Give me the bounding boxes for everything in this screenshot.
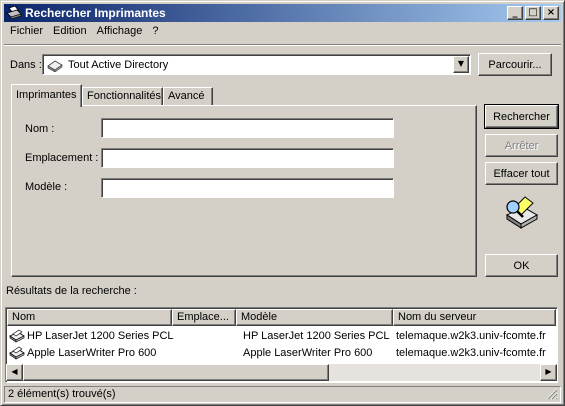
directory-icon — [47, 60, 63, 72]
menu-affichage[interactable]: Affichage — [92, 24, 148, 42]
search-printers-window: Rechercher Imprimantes _ □ × Fichier Edi… — [0, 0, 565, 406]
row-model: Apple LaserWriter Pro 600 — [243, 346, 373, 359]
menu-fichier[interactable]: Fichier — [5, 24, 48, 42]
location-input[interactable] — [101, 148, 394, 168]
column-header-location[interactable]: Emplace... — [172, 309, 236, 326]
close-button[interactable]: × — [543, 6, 559, 20]
results-label: Résultats de la recherche : — [6, 285, 137, 297]
scope-label: Dans : — [10, 59, 42, 71]
row-name-cell: Apple LaserWriter Pro 600 — [8, 346, 237, 360]
menu-edition-label: Edition — [53, 25, 87, 37]
results-header: Nom Emplace... Modèle Nom du serveur — [7, 309, 556, 326]
printer-icon — [9, 329, 25, 343]
search-button[interactable]: Rechercher — [484, 104, 559, 129]
row-name: HP LaserJet 1200 Series PCL — [27, 329, 174, 342]
browse-button[interactable]: Parcourir... — [478, 53, 552, 76]
menu-affichage-label: Affichage — [96, 25, 143, 37]
row-model: HP LaserJet 1200 Series PCL — [243, 329, 390, 342]
model-input[interactable] — [101, 178, 394, 198]
model-label: Modèle : — [25, 181, 68, 193]
row-server: telemaque.w2k3.univ-fcomte.fr — [396, 346, 546, 359]
table-row[interactable]: Apple LaserWriter Pro 600 Apple LaserWri… — [8, 344, 557, 361]
resize-grip-icon[interactable] — [546, 388, 558, 400]
column-header-server[interactable]: Nom du serveur — [393, 309, 556, 326]
printer-icon — [9, 346, 25, 360]
column-header-model[interactable]: Modèle — [236, 309, 393, 326]
menu-bar: Fichier Edition Affichage ? — [5, 24, 163, 42]
title-bar[interactable]: Rechercher Imprimantes _ □ × — [4, 4, 561, 22]
name-input[interactable] — [101, 118, 394, 138]
chevron-down-icon[interactable]: ▼ — [453, 56, 469, 73]
tab-avance[interactable]: Avancé — [163, 87, 213, 106]
tab-fonctionnalites[interactable]: Fonctionnalités — [82, 87, 163, 106]
ok-button[interactable]: OK — [485, 254, 558, 277]
scrollbar-thumb[interactable] — [23, 364, 329, 381]
maximize-button[interactable]: □ — [525, 6, 541, 20]
tab-imprimantes[interactable]: Imprimantes — [11, 84, 82, 107]
stop-button[interactable]: Arrêter — [485, 134, 558, 157]
scope-combobox[interactable]: Tout Active Directory ▼ — [42, 54, 471, 75]
row-server: telemaque.w2k3.univ-fcomte.fr — [396, 329, 546, 342]
printer-search-icon — [6, 6, 22, 20]
name-label: Nom : — [25, 123, 55, 135]
printer-search-illustration-icon — [505, 196, 539, 229]
row-name: Apple LaserWriter Pro 600 — [27, 346, 157, 359]
horizontal-scrollbar[interactable]: ◀ ▶ — [6, 364, 557, 381]
menu-help-label: ? — [152, 25, 159, 37]
scope-selected-value: Tout Active Directory — [68, 59, 169, 71]
location-label: Emplacement : — [25, 152, 99, 164]
menu-separator — [4, 44, 561, 46]
scroll-right-icon[interactable]: ▶ — [540, 364, 557, 381]
menu-edition[interactable]: Edition — [48, 24, 92, 42]
table-row[interactable]: HP LaserJet 1200 Series PCL HP LaserJet … — [8, 327, 557, 344]
menu-fichier-label: Fichier — [10, 25, 44, 37]
column-header-name[interactable]: Nom — [7, 309, 172, 326]
clear-all-button[interactable]: Effacer tout — [485, 162, 558, 185]
window-title: Rechercher Imprimantes — [25, 6, 166, 20]
status-bar: 2 élément(s) trouvé(s) — [4, 386, 561, 403]
minimize-button[interactable]: _ — [507, 6, 523, 20]
scroll-left-icon[interactable]: ◀ — [6, 364, 23, 381]
row-name-cell: HP LaserJet 1200 Series PCL — [8, 329, 237, 343]
status-text: 2 élément(s) trouvé(s) — [8, 388, 116, 400]
menu-help[interactable]: ? — [147, 24, 163, 42]
